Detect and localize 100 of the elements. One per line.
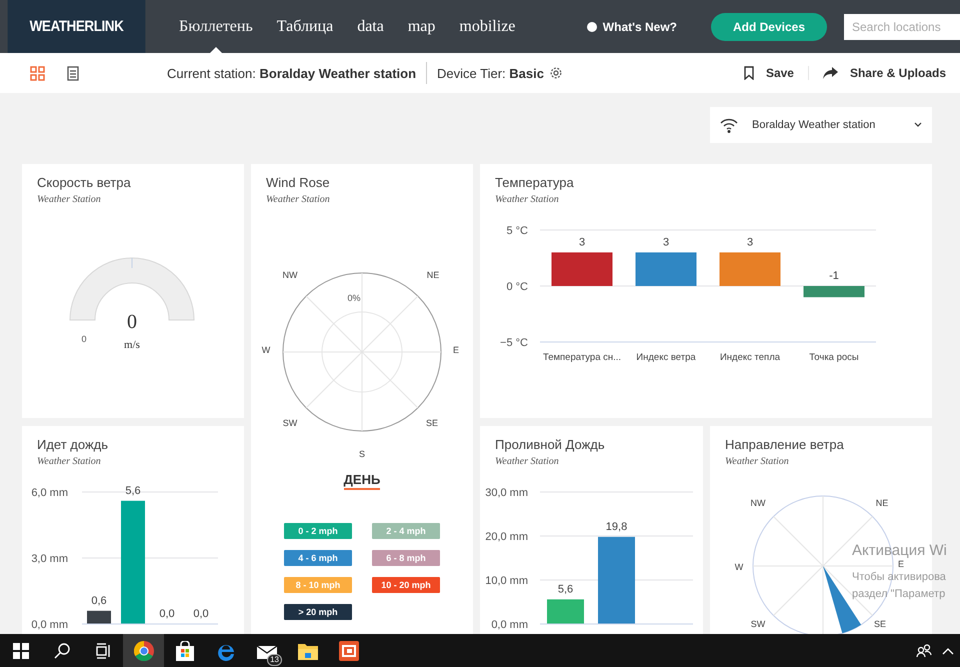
direction-label: SW — [750, 619, 766, 629]
taskbar-button[interactable]: 13 — [246, 634, 287, 667]
logo[interactable]: WEATHERLINK — [8, 0, 146, 53]
category-label: Индекс тепла — [720, 352, 780, 363]
value-label: 0,0 — [159, 608, 175, 620]
search-field[interactable]: Search locations — [844, 14, 960, 40]
value-label: 0,6 — [91, 594, 107, 607]
bar — [547, 599, 584, 624]
value-label: 5,6 — [125, 484, 141, 497]
view-toggle[interactable] — [30, 66, 45, 80]
current-station-label: Current station: Boralday Weather station — [167, 66, 416, 80]
direction-label: SE — [874, 619, 886, 629]
device-tier-label: Device Tier: Basic — [437, 66, 544, 80]
axis-label: 20,0 mm — [485, 531, 528, 543]
category-label: Индекс ветра — [636, 352, 696, 363]
value-label: 3 — [746, 236, 754, 248]
card-title: Температура — [495, 175, 575, 190]
direction-label: S — [359, 449, 365, 459]
share-icon — [822, 67, 838, 79]
card-title: Wind Rose — [266, 175, 331, 190]
direction-label: NW — [750, 498, 766, 508]
share-button[interactable]: Share & Uploads — [808, 66, 960, 80]
card-subtitle: Weather Station — [495, 194, 560, 205]
card-subtitle: Weather Station — [266, 194, 331, 205]
direction-label: W — [734, 562, 744, 572]
direction-label: SW — [282, 418, 298, 428]
direction-label: NW — [282, 270, 298, 280]
value-label: 19,8 — [606, 520, 628, 533]
axis-label: 3,0 mm — [31, 553, 68, 565]
gauge-value: 0 — [127, 311, 137, 333]
gauge-unit: m/s — [124, 339, 140, 351]
direction-label: SE — [426, 418, 438, 428]
axis-label: 30,0 mm — [485, 487, 528, 499]
card-subtitle: Weather Station — [37, 194, 102, 205]
grid-icon — [30, 66, 45, 80]
nav-tab[interactable]: data — [345, 0, 396, 53]
legend-chip: > 20 mph — [284, 604, 352, 620]
axis-label: 0,0 mm — [31, 619, 68, 631]
whats-new-link[interactable]: What's New? — [580, 0, 683, 53]
card-subtitle: Weather Station — [37, 456, 102, 467]
axis-label: 6,0 mm — [31, 487, 68, 499]
card-title: Направление ветра — [725, 437, 845, 452]
legend-chip: 4 - 6 mph — [284, 550, 352, 566]
category-label: Температура сн... — [542, 352, 622, 363]
value-label: 3 — [578, 236, 586, 248]
legend-chip: 10 - 20 mph — [372, 577, 440, 593]
gauge-min-label: 0 — [82, 334, 86, 344]
value-label: 0,0 — [193, 608, 209, 620]
activation-text: раздел "Параметр — [852, 588, 946, 601]
legend-chip: 8 - 10 mph — [284, 577, 352, 593]
save-button[interactable]: Save — [730, 66, 808, 80]
bar — [87, 610, 111, 624]
caret-up-icon[interactable] — [942, 646, 954, 654]
search-icon — [54, 642, 70, 658]
document-icon — [67, 66, 79, 80]
station-select[interactable]: Boralday Weather station — [710, 107, 932, 143]
axis-label: −5 °C — [500, 337, 528, 349]
direction-label: NE — [876, 498, 888, 508]
folder-icon — [298, 642, 318, 660]
nav-tab[interactable]: map — [396, 0, 448, 53]
axis-label: 10,0 mm — [485, 575, 528, 587]
windows-icon — [12, 642, 28, 658]
legend-chip: 2 - 4 mph — [372, 523, 440, 539]
direction-label: E — [898, 559, 904, 569]
card-subtitle: Weather Station — [495, 456, 560, 467]
activation-text: Чтобы активирова — [852, 571, 947, 584]
view-toggle[interactable] — [67, 66, 79, 80]
activation-title: Активация Wi — [852, 543, 947, 559]
period-tab[interactable]: ДЕНЬ — [344, 472, 380, 490]
wifi-icon — [720, 117, 738, 133]
card-subtitle: Weather Station — [725, 456, 790, 467]
axis-label: 5 °C — [506, 225, 528, 237]
bookmark-icon — [744, 66, 754, 80]
bar — [720, 252, 780, 286]
bar — [804, 286, 864, 298]
card-title: Проливной Дождь — [495, 437, 606, 452]
legend-chip: 0 - 2 mph — [284, 523, 352, 539]
nav-tab[interactable]: Таблица — [264, 0, 346, 53]
chevron-down-icon — [914, 122, 922, 128]
settings-icon[interactable] — [550, 67, 562, 79]
app-icon — [338, 640, 358, 660]
direction-label: NE — [426, 270, 440, 280]
category-label: Точка росы — [809, 352, 859, 363]
taskbar-button[interactable] — [123, 634, 164, 667]
card-title: Скорость ветра — [37, 175, 132, 190]
bar — [552, 252, 612, 286]
bar — [636, 252, 696, 286]
legend-chip: 6 - 8 mph — [372, 550, 440, 566]
axis-label: 0,0 mm — [491, 619, 528, 631]
card-title: Идет дождь — [37, 437, 110, 452]
task-view-icon — [94, 642, 110, 658]
people-icon[interactable] — [916, 644, 932, 658]
value-label: 3 — [662, 236, 670, 248]
store-icon — [176, 640, 194, 660]
nav-tab[interactable]: mobilize — [447, 0, 528, 53]
value-label: 5,6 — [558, 583, 574, 596]
direction-label: E — [453, 345, 459, 355]
browser-icon — [134, 640, 154, 660]
direction-label: W — [262, 345, 270, 355]
value-label: -1 — [829, 270, 839, 282]
